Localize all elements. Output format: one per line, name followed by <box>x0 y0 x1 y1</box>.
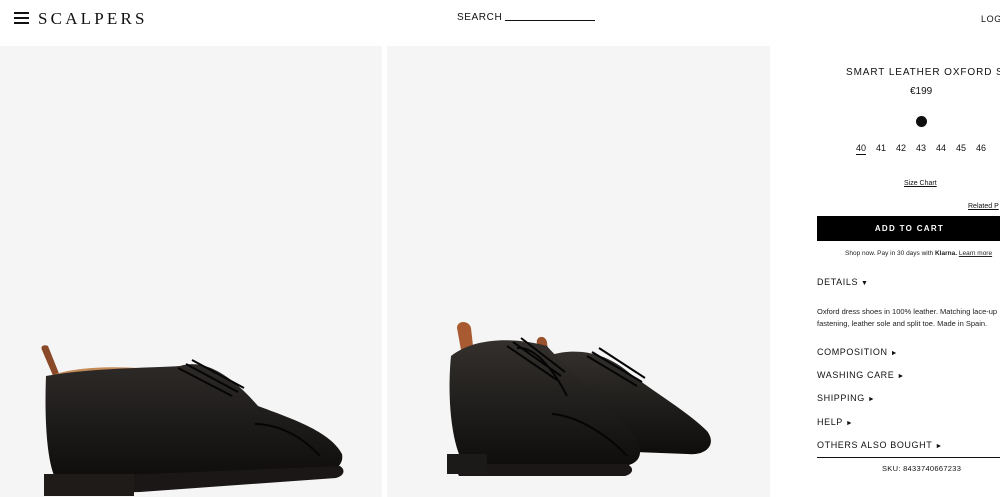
section-divider <box>817 457 1000 458</box>
chevron-right-icon: ► <box>890 350 899 357</box>
add-to-cart-button[interactable]: ADD TO CART <box>817 216 1000 241</box>
brand-logo[interactable]: SCALPERS <box>38 9 148 29</box>
chevron-down-icon: ▼ <box>861 280 869 287</box>
size-chart-link[interactable]: Size Chart <box>904 180 937 187</box>
details-toggle[interactable]: DETAILS ▼ <box>817 277 869 287</box>
klarna-note: Shop now. Pay in 30 days with Klarna. Le… <box>845 250 992 257</box>
section-label: SHIPPING <box>817 393 865 403</box>
login-link[interactable]: LOGI <box>981 14 1000 24</box>
washing-care-toggle[interactable]: WASHING CARE ► <box>817 370 905 380</box>
shipping-toggle[interactable]: SHIPPING ► <box>817 393 875 403</box>
chevron-right-icon: ► <box>867 396 876 403</box>
product-gallery <box>0 46 770 497</box>
section-label: HELP <box>817 417 843 427</box>
section-label: WASHING CARE <box>817 370 895 380</box>
product-image-pair[interactable] <box>387 46 770 497</box>
search-field[interactable]: SEARCH <box>457 12 596 23</box>
details-label: DETAILS <box>817 277 859 287</box>
klarna-prefix: Shop now. Pay in 30 days with <box>845 250 934 257</box>
search-underline <box>505 20 596 21</box>
product-info-panel: SMART LEATHER OXFORD SHOES €199 40 41 42… <box>772 46 1000 497</box>
size-option-46[interactable]: 46 <box>976 143 996 153</box>
help-toggle[interactable]: HELP ► <box>817 417 853 427</box>
klarna-learn-more-link[interactable]: Learn more <box>959 250 992 257</box>
chevron-right-icon: ► <box>935 443 943 450</box>
product-sku: SKU: 8433740667233 <box>882 464 962 473</box>
size-option-44[interactable]: 44 <box>936 143 956 153</box>
color-swatch-black[interactable] <box>916 116 927 127</box>
menu-icon[interactable] <box>14 12 29 24</box>
site-header: SCALPERS SEARCH LOGI <box>0 0 1000 46</box>
section-label: OTHERS ALSO BOUGHT <box>817 440 933 450</box>
product-image-side[interactable] <box>0 46 382 497</box>
others-also-bought-toggle[interactable]: OTHERS ALSO BOUGHT ► <box>817 440 943 450</box>
klarna-brand: Klarna. <box>934 250 958 257</box>
product-description: Oxford dress shoes in 100% leather. Matc… <box>817 307 998 328</box>
size-option-43[interactable]: 43 <box>916 143 936 153</box>
size-option-40[interactable]: 40 <box>856 143 876 153</box>
product-price: €199 <box>910 86 933 97</box>
related-products-link[interactable]: Related P <box>968 203 999 210</box>
section-label: COMPOSITION <box>817 347 888 357</box>
chevron-right-icon: ► <box>845 420 854 427</box>
product-title: SMART LEATHER OXFORD SHOES <box>846 67 1000 78</box>
size-option-45[interactable]: 45 <box>956 143 976 153</box>
size-selector: 40 41 42 43 44 45 46 <box>856 143 996 153</box>
size-option-41[interactable]: 41 <box>876 143 896 153</box>
composition-toggle[interactable]: COMPOSITION ► <box>817 347 898 357</box>
chevron-right-icon: ► <box>897 373 905 380</box>
size-option-42[interactable]: 42 <box>896 143 916 153</box>
search-label: SEARCH <box>457 12 503 23</box>
